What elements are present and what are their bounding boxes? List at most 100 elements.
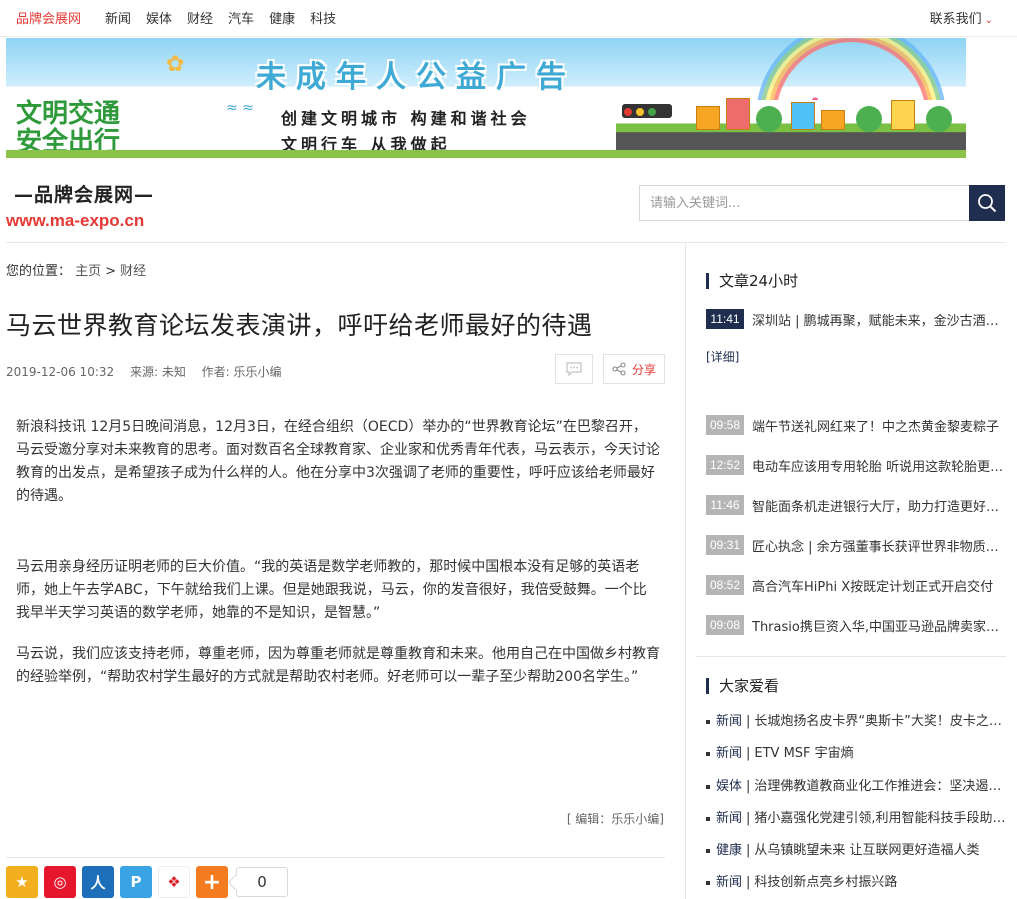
weibo-icon[interactable]: ◎ [44, 866, 76, 898]
banner-slogan-line: 创建文明城市 构建和谐社会 [281, 109, 531, 128]
divider [696, 656, 1006, 657]
popular-category: 新闻 [716, 746, 743, 761]
butterfly-icon: ✿ [166, 52, 185, 77]
popular-category: 新闻 [716, 875, 743, 890]
popular-category: 娱体 [716, 779, 743, 794]
article-date: 2019-12-06 10:32 [6, 365, 115, 379]
news-time: 11:46 [706, 495, 744, 515]
birds-icon: ≈ ≈ [226, 100, 254, 116]
breadcrumb: 您的位置： 主页 > 财经 [6, 260, 146, 279]
bullet-icon [706, 719, 710, 724]
tqq-icon[interactable]: ❖ [158, 866, 190, 898]
popular-item[interactable]: 新闻 | ETV MSF 宇宙熵 [706, 742, 1006, 761]
nav-item-health[interactable]: 健康 [269, 8, 295, 27]
comment-icon [566, 362, 582, 377]
news-time: 12:52 [706, 455, 744, 475]
article-body: 新浪科技讯 12月5日晚间消息，12月3日，在经合组织（OECD）举办的“世界教… [16, 416, 660, 689]
news-item[interactable]: 12:52 电动车应该用专用轮胎 听说用这款轮胎更安全 [706, 455, 1006, 475]
nav-item-news[interactable]: 新闻 [105, 8, 131, 27]
search-button[interactable] [969, 185, 1005, 221]
search-box [639, 185, 1005, 221]
pengyou-icon[interactable]: P [120, 866, 152, 898]
popular-title: ETV MSF 宇宙熵 [754, 746, 854, 761]
sidebar-hours-title: 文章24小时 [706, 273, 798, 289]
contact-us-dropdown[interactable]: 联系我们 ⌄ [930, 8, 993, 27]
bullet-icon [706, 784, 710, 789]
traffic-light-icon [622, 104, 672, 118]
news-title: 电动车应该用专用轮胎 听说用这款轮胎更安全 [752, 459, 1006, 475]
bullet-icon [706, 880, 710, 885]
news-title: 智能面条机走进银行大厅，助力打造更好的服务 [752, 499, 1006, 515]
news-title: 深圳站 | 鹏城再聚，赋能未来，金沙古酒2023全国巡回品鉴会 [752, 313, 1006, 329]
popular-category: 新闻 [716, 811, 743, 826]
news-item[interactable]: 08:52 高合汽车HiPhi X按既定计划正式开启交付 [706, 575, 1006, 595]
news-item[interactable]: 11:46 智能面条机走进银行大厅，助力打造更好的服务 [706, 495, 1006, 515]
popular-title: 科技创新点亮乡村振兴路 [754, 875, 898, 890]
article-title: 马云世界教育论坛发表演讲，呼吁给老师最好的待遇 [6, 311, 593, 340]
news-item[interactable]: 09:58 端午节送礼网红来了！中之杰黄金黎麦粽子 [706, 415, 1006, 435]
article-meta: 2019-12-06 10:32 来源: 未知 作者: 乐乐小编 [6, 363, 294, 380]
qzone-icon[interactable]: ★ [6, 866, 38, 898]
site-logo[interactable]: —品牌会展网— www.ma-expo.cn [6, 180, 155, 231]
banner-grass [6, 150, 966, 158]
detail-link[interactable]: [详细] [706, 348, 739, 365]
breadcrumb-current-link[interactable]: 财经 [120, 264, 146, 279]
renren-icon[interactable]: 人 [82, 866, 114, 898]
chevron-down-icon: ⌄ [984, 15, 993, 26]
news-time: 09:08 [706, 615, 744, 635]
popular-item[interactable]: 新闻|长城炮扬名皮卡界“奥斯卡”大奖！皮卡之王实至名归 [706, 710, 1006, 729]
nav-item-tech[interactable]: 科技 [310, 8, 336, 27]
bullet-icon [706, 848, 710, 853]
breadcrumb-home-link[interactable]: 主页 [75, 264, 101, 279]
breadcrumb-separator: > [105, 264, 117, 279]
bullet-icon [706, 751, 710, 756]
nav-brand-link[interactable]: 品牌会展网 [16, 8, 81, 27]
banner-left-slogan: 文明交通 安全出行 [16, 100, 120, 156]
contact-us-label: 联系我们 [929, 12, 982, 27]
nav-item-finance[interactable]: 财经 [187, 8, 213, 27]
search-icon [978, 194, 997, 213]
share-label: 分享 [631, 362, 656, 377]
news-time: 09:31 [706, 535, 744, 555]
logo-name: —品牌会展网— [14, 184, 155, 206]
news-item[interactable]: 09:31 匠心执念 | 余方强董事长获评世界非物质文化遗产 [706, 535, 1006, 555]
divider [6, 242, 1006, 243]
popular-title: 猪小嘉强化党建引领,利用智能科技手段助力乡村振兴 [754, 811, 1006, 826]
column-divider [685, 243, 686, 899]
popular-item[interactable]: 健康 | 从乌镇眺望未来 让互联网更好造福人类 [706, 839, 1006, 858]
public-service-ad-banner[interactable]: ✿ ✿ 未成年人公益广告 文明交通 安全出行 ≈ ≈ 创建文明城市 构建和谐社会… [6, 38, 966, 158]
popular-item[interactable]: 新闻 | 科技创新点亮乡村振兴路 [706, 871, 1006, 890]
share-button[interactable]: 分享 [603, 354, 665, 384]
search-input[interactable] [640, 186, 970, 220]
news-item[interactable]: 09:08 Thrasio携巨资入华,中国亚马逊品牌卖家迎来新机遇 [706, 615, 1006, 635]
news-title: 高合汽车HiPhi X按既定计划正式开启交付 [752, 579, 994, 595]
divider [6, 857, 665, 858]
bullet-icon [706, 816, 710, 821]
comment-button[interactable] [555, 354, 593, 384]
popular-item[interactable]: 新闻|猪小嘉强化党建引领,利用智能科技手段助力乡村振兴 [706, 807, 1006, 826]
logo-url: www.ma-expo.cn [6, 211, 145, 230]
nav-item-entertainment[interactable]: 娱体 [146, 8, 172, 27]
news-title: Thrasio携巨资入华,中国亚马逊品牌卖家迎来新机遇 [752, 619, 1006, 635]
more-plus-icon[interactable]: + [196, 866, 228, 898]
news-title: 匠心执念 | 余方强董事长获评世界非物质文化遗产 [752, 539, 1006, 555]
share-bar: ★ ◎ 人 P ❖ + 0 [6, 866, 288, 898]
popular-title: 从乌镇眺望未来 让互联网更好造福人类 [754, 843, 980, 858]
article-paragraph: 马云说，我们应该支持老师，尊重老师，因为尊重老师就是尊重教育和未来。他用自己在中… [16, 646, 660, 685]
popular-item[interactable]: 娱体 | 治理佛教道教商业化工作推进会：坚决遏制乱象 [706, 775, 1006, 794]
popular-title: 治理佛教道教商业化工作推进会：坚决遏制乱象 [754, 779, 1006, 794]
nav-item-auto[interactable]: 汽车 [228, 8, 254, 27]
share-count: 0 [236, 867, 288, 897]
news-time: 09:58 [706, 415, 744, 435]
popular-category: 健康 [716, 843, 743, 858]
breadcrumb-label: 您的位置： [6, 264, 72, 279]
share-icon [612, 362, 626, 376]
article-paragraph: 新浪科技讯 12月5日晚间消息，12月3日，在经合组织（OECD）举办的“世界教… [16, 419, 660, 504]
news-time: 11:41 [706, 309, 744, 329]
top-navigation: 品牌会展网 新闻 娱体 财经 汽车 健康 科技 联系我们 ⌄ [0, 0, 1017, 37]
news-item[interactable]: 11:41 深圳站 | 鹏城再聚，赋能未来，金沙古酒2023全国巡回品鉴会 [706, 309, 1006, 329]
popular-title: 长城炮扬名皮卡界“奥斯卡”大奖！皮卡之王实至名归 [754, 714, 1006, 729]
article-source: 来源: 未知 [129, 365, 186, 379]
article-paragraph: 马云用亲身经历证明老师的巨大价值。“我的英语是数学老师教的，那时候中国根本没有足… [16, 559, 647, 621]
popular-category: 新闻 [716, 714, 743, 729]
